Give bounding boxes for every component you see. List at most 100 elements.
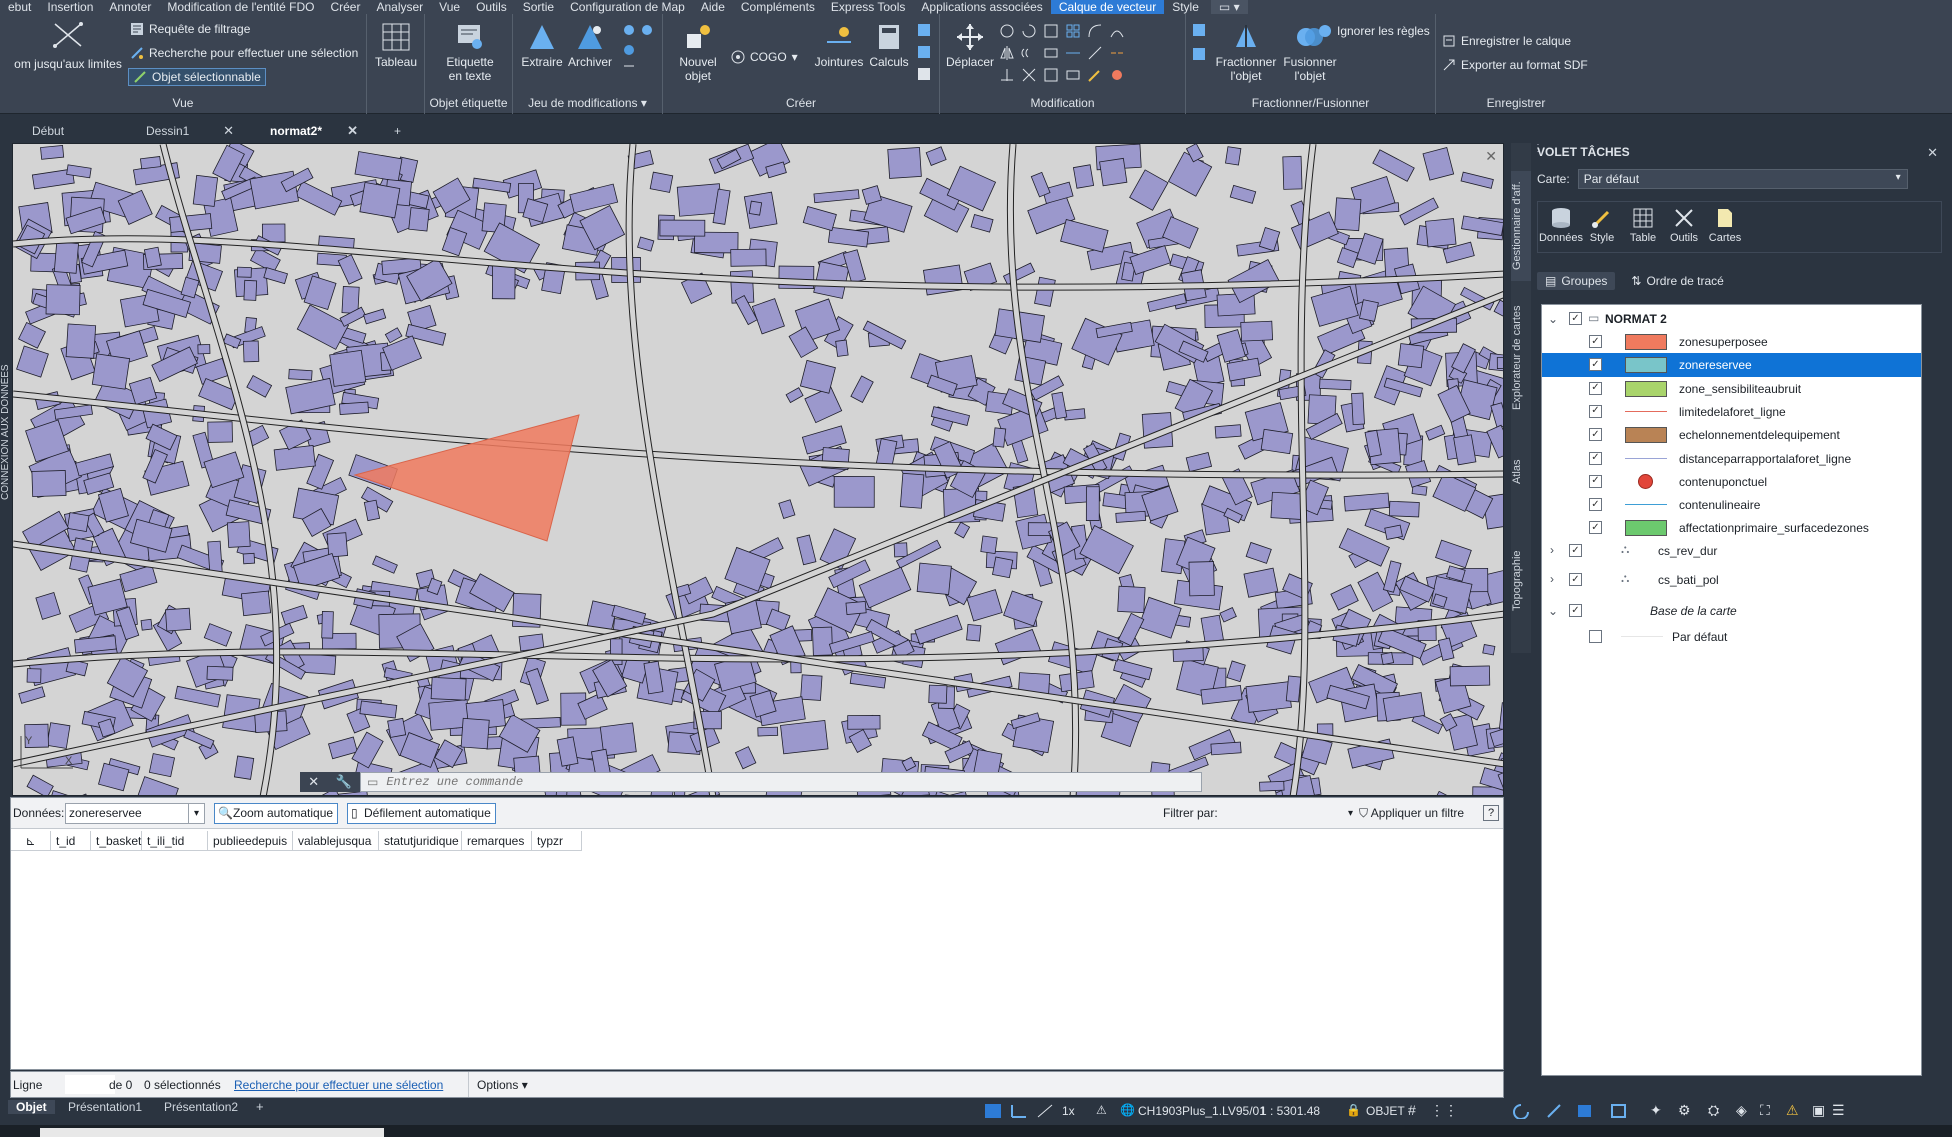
- data-source-select[interactable]: zonereservee ▾: [65, 803, 205, 824]
- rect-icon[interactable]: [1064, 66, 1082, 84]
- workspace-switch-icon[interactable]: ⛭: [1708, 1102, 1719, 1119]
- side-tab-1[interactable]: Explorateur de cartes: [1511, 293, 1531, 423]
- side-tab-3[interactable]: Topographie: [1511, 531, 1531, 631]
- draw-order-button[interactable]: ⇅ Ordre de tracé: [1623, 272, 1731, 290]
- export-sdf-button[interactable]: Exporter au format SDF: [1442, 58, 1588, 72]
- trim-icon[interactable]: [998, 66, 1016, 84]
- table-button[interactable]: Tableau: [372, 22, 420, 69]
- layer-row-cs_rev_dur[interactable]: › ✓ ⛬ cs_rev_dur: [1542, 539, 1921, 563]
- layer-checkbox[interactable]: ✓: [1569, 573, 1582, 586]
- pencil-icon[interactable]: [1086, 66, 1104, 84]
- data-connection-tab[interactable]: CONNEXION AUX DONNÉES: [0, 330, 12, 500]
- chevron-down-icon[interactable]: ⌄: [1548, 604, 1558, 618]
- layout-tab-1[interactable]: Présentation1: [60, 1100, 150, 1114]
- task-tool-4[interactable]: Cartes: [1707, 202, 1743, 252]
- clean-screen-icon[interactable]: ▣: [1812, 1102, 1825, 1119]
- groups-mode-button[interactable]: ▤ Groupes: [1537, 272, 1616, 290]
- menu-item-14[interactable]: Calque de vecteur: [1050, 0, 1165, 14]
- otrack-icon[interactable]: [1576, 1103, 1594, 1119]
- layer-group-normat2[interactable]: ⌄ ✓ ▭ NORMAT 2: [1542, 307, 1921, 331]
- command-close-icon[interactable]: ✕: [308, 774, 319, 790]
- rotate-icon[interactable]: [998, 22, 1016, 40]
- map-canvas[interactable]: ✕ YX: [12, 143, 1504, 796]
- layer-row-zonereservee[interactable]: ✓ zonereservee: [1542, 353, 1921, 378]
- cogo-button[interactable]: COGO ▾: [731, 50, 798, 64]
- layer-group-base[interactable]: ⌄ ✓ Base de la carte: [1542, 599, 1921, 623]
- column-header-valablejusqua[interactable]: valablejusqua: [293, 831, 379, 851]
- map-selector[interactable]: Par défaut ▾: [1577, 169, 1908, 189]
- workspace-mode[interactable]: OBJET: [1366, 1104, 1405, 1118]
- joins-button[interactable]: Jointures: [811, 22, 867, 69]
- alert-icon[interactable]: ⚠: [1786, 1102, 1799, 1119]
- layout-tab-0[interactable]: Objet: [8, 1100, 55, 1114]
- zoom-auto-button[interactable]: 🔍 Zoom automatique: [214, 803, 339, 824]
- lock-icon[interactable]: 🔒: [1346, 1103, 1361, 1117]
- paint-icon[interactable]: [1108, 66, 1126, 84]
- layer-row-limitedelaforet_ligne[interactable]: ✓ limitedelaforet_ligne: [1542, 400, 1921, 424]
- task-tool-1[interactable]: Style: [1584, 202, 1620, 252]
- polar-icon[interactable]: [1512, 1103, 1530, 1119]
- command-input[interactable]: [384, 774, 1165, 790]
- warning-icon[interactable]: ⚠: [1096, 1103, 1107, 1117]
- layer-checkbox[interactable]: ✓: [1589, 404, 1602, 418]
- label-text-button[interactable]: Etiquette en texte: [435, 22, 505, 83]
- layer-row-cs_bati_pol[interactable]: › ✓ ⛬ cs_bati_pol: [1542, 568, 1921, 592]
- layer-row-zone_sensibiliteaubruit[interactable]: ✓ zone_sensibiliteaubruit: [1542, 377, 1921, 401]
- snap-grid-icon[interactable]: ⋮⋮: [1430, 1102, 1458, 1119]
- customize-icon[interactable]: ☰: [1832, 1102, 1845, 1119]
- grid-toggle-icon[interactable]: #: [1408, 1102, 1416, 1118]
- layer-row-contenulineaire[interactable]: ✓ contenulineaire: [1542, 493, 1921, 517]
- new-tab-button[interactable]: +: [382, 119, 401, 142]
- side-tab-2[interactable]: Atlas: [1511, 447, 1531, 497]
- archive-button[interactable]: Archiver: [565, 22, 615, 69]
- layer-row-contenuponctuel[interactable]: ✓ contenuponctuel: [1542, 470, 1921, 494]
- split-object-button[interactable]: Fractionner l'objet: [1214, 22, 1278, 83]
- column-header-statutjuridique[interactable]: statutjuridique: [379, 831, 462, 851]
- tab-2[interactable]: normat2* ✕: [246, 119, 368, 142]
- ortho-icon[interactable]: [1036, 1103, 1054, 1119]
- filter-by-select[interactable]: ▾: [1233, 803, 1353, 824]
- layer-row-affectationprimaire_surfacedezones[interactable]: ✓ affectationprimaire_surfacedezones: [1542, 516, 1921, 540]
- map-scale[interactable]: 1 : 5301.48: [1260, 1104, 1320, 1118]
- task-tool-2[interactable]: Table: [1625, 202, 1661, 252]
- layer-row-zonesuperposee[interactable]: ✓ zonesuperposee: [1542, 330, 1921, 354]
- layer-checkbox[interactable]: ✓: [1569, 544, 1582, 557]
- map-close-icon[interactable]: ✕: [1485, 148, 1497, 165]
- column-header-t_ili_tid[interactable]: t_ili_tid: [142, 831, 208, 851]
- selectable-object-button[interactable]: Objet sélectionnable: [128, 68, 266, 86]
- scale-icon[interactable]: [1042, 22, 1060, 40]
- search-select-link[interactable]: Recherche pour effectuer une sélection: [234, 1078, 443, 1092]
- menu-item-11[interactable]: Compléments: [733, 0, 823, 14]
- zoom-limits-button[interactable]: om jusqu'aux limites: [8, 20, 128, 71]
- layer-checkbox[interactable]: ✓: [1589, 381, 1602, 395]
- gear-icon[interactable]: ⚙: [1678, 1102, 1691, 1119]
- column-header-publieedepuis[interactable]: publieedepuis: [208, 831, 293, 851]
- menu-item-1[interactable]: Insertion: [39, 0, 101, 14]
- group-checkbox[interactable]: ✓: [1569, 312, 1582, 325]
- grid-icon[interactable]: [1064, 22, 1082, 40]
- tab-1[interactable]: Dessin1 ✕: [122, 119, 244, 142]
- break-icon[interactable]: [1108, 44, 1126, 62]
- column-header-t_basket[interactable]: t_basket: [91, 831, 142, 851]
- help-button[interactable]: ?: [1483, 805, 1499, 821]
- menu-item-9[interactable]: Configuration de Map: [562, 0, 693, 14]
- layer-checkbox[interactable]: ✓: [1589, 474, 1602, 488]
- task-tool-0[interactable]: Données: [1539, 202, 1583, 252]
- annotation-scale[interactable]: 1x: [1062, 1104, 1075, 1118]
- layer-checkbox[interactable]: ✓: [1589, 451, 1602, 465]
- chevron-down-icon[interactable]: ⌄: [1548, 312, 1558, 326]
- tab-0[interactable]: Début: [8, 119, 120, 142]
- layer-row-distanceparrapportalaforet_ligne[interactable]: ✓ distanceparrapportalaforet_ligne: [1542, 447, 1921, 471]
- task-pane-close-icon[interactable]: ✕: [1927, 145, 1938, 161]
- column-header-remarques[interactable]: remarques: [462, 831, 532, 851]
- model-space-icon[interactable]: [984, 1103, 1002, 1119]
- data-table-grid[interactable]: ⊾ t_id t_basket t_ili_tid publieedepuis vala…: [11, 831, 1503, 1067]
- layer-row-default-base[interactable]: Par défaut: [1542, 625, 1921, 649]
- command-line[interactable]: ▭: [360, 772, 1202, 792]
- calculations-button[interactable]: Calculs: [867, 22, 911, 69]
- tab-close-icon[interactable]: ✕: [347, 123, 358, 139]
- menu-item-0[interactable]: ebut: [0, 0, 39, 14]
- side-tab-0[interactable]: Gestionnaire d'aff.: [1511, 171, 1531, 281]
- tab-close-icon[interactable]: ✕: [223, 123, 234, 139]
- filter-query-button[interactable]: Requête de filtrage: [130, 22, 250, 36]
